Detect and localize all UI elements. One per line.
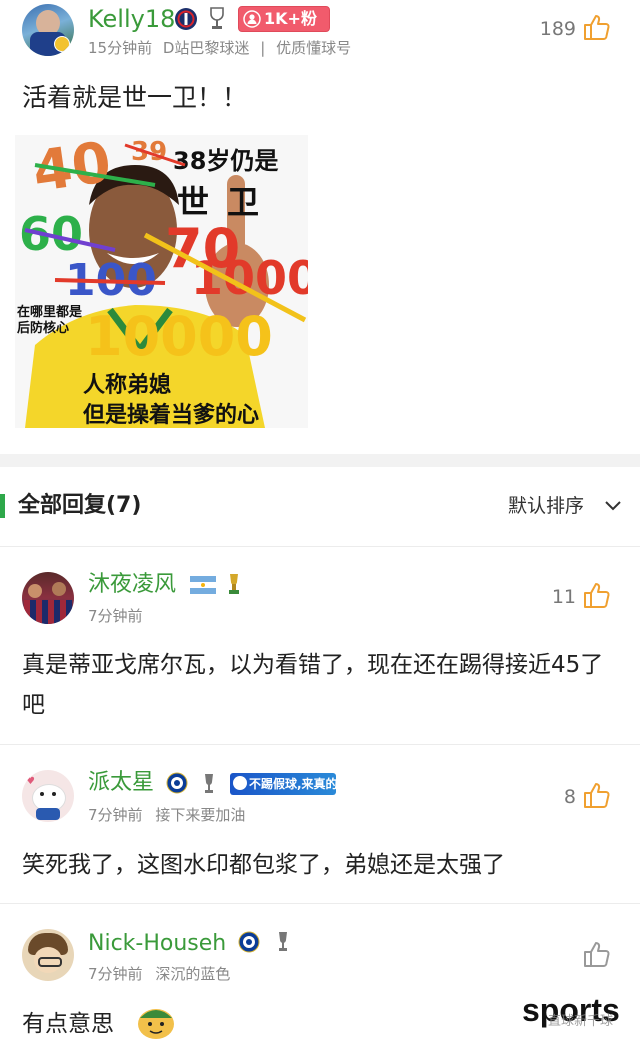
reply-custom-badge: 不踢假球,来真的 <box>230 773 338 795</box>
reply-tag: 深沉的蓝色 <box>155 965 231 983</box>
trophy-icon <box>205 774 213 793</box>
reply-meta: 7分钟前 深沉的蓝色 <box>88 964 230 984</box>
chelsea-crest-icon <box>238 931 260 953</box>
reply-like-count: 8 <box>563 786 576 808</box>
fans-person-icon <box>243 10 261 28</box>
reply-avatar[interactable] <box>22 929 74 981</box>
sort-dropdown[interactable]: 默认排序 <box>508 492 628 520</box>
post-time: 15分钟前 <box>88 39 153 57</box>
divider <box>0 903 640 904</box>
post-username[interactable]: Kelly18 <box>88 6 175 32</box>
meme-text-top: 38岁仍是 <box>173 147 279 175</box>
post-text: 活着就是世一卫！！ <box>22 83 248 112</box>
trophy-icon <box>279 932 287 951</box>
world-cup-icon <box>229 574 239 594</box>
post-meta: 15分钟前 D站巴黎球迷 | 优质懂球号 <box>88 38 351 58</box>
chevron-down-icon <box>605 501 621 511</box>
replies-header-title: 全部回复(7) <box>18 493 142 518</box>
meme-number-10000: 10000 <box>85 305 273 368</box>
meme-number-1000: 1000 <box>191 251 308 305</box>
divider <box>0 744 640 745</box>
meme-number-100: 100 <box>65 255 157 306</box>
watermark-sub: 直球新千球 <box>548 1014 614 1029</box>
reply-username[interactable]: 沐夜凌风 <box>88 572 176 598</box>
trophy-icon <box>210 7 224 29</box>
reply-time: 7分钟前 <box>88 607 143 625</box>
reply-username[interactable]: Nick-Househ <box>88 931 226 957</box>
fans-badge-label: 1K+粉 <box>264 9 317 28</box>
emoji-face-icon <box>138 1009 174 1039</box>
reply-text: 有点意思 <box>22 1011 114 1037</box>
chelsea-crest-icon <box>166 772 188 794</box>
thumbs-up-icon[interactable] <box>582 12 612 42</box>
replies-header-accent <box>0 494 5 518</box>
meta-separator: | <box>260 39 266 57</box>
reply-like-count: 11 <box>551 586 576 608</box>
meme-text-bottom-1: 人称弟媳 <box>83 373 172 398</box>
reply-text: 笑死我了，这图水印都包浆了，弟媳还是太强了 <box>22 852 505 878</box>
post-tag-1: D站巴黎球迷 <box>162 39 250 57</box>
avatar[interactable] <box>22 4 74 56</box>
flag-argentina-icon <box>190 576 216 594</box>
thumbs-up-icon[interactable] <box>582 580 612 610</box>
reply-username[interactable]: 派太星 <box>88 770 154 796</box>
fans-badge: 1K+粉 <box>238 6 330 32</box>
meme-number-40: 40 <box>28 135 116 206</box>
reply-time: 7分钟前 <box>88 806 143 824</box>
psg-crest-icon <box>175 8 197 30</box>
post-like-count: 189 <box>539 18 576 40</box>
post-tag-2: 优质懂球号 <box>276 39 352 57</box>
reply-avatar[interactable] <box>22 572 74 624</box>
post-image[interactable]: 40 39 38岁仍是 世卫 60 70 100 1000 在哪里都是 后防核心… <box>15 135 308 428</box>
divider <box>0 546 640 547</box>
thumbs-up-icon[interactable] <box>582 939 612 969</box>
reply-text: 真是蒂亚戈席尔瓦，以为看错了，现在还在踢得接近45了吧 <box>22 652 604 718</box>
thumbs-up-icon[interactable] <box>582 780 612 810</box>
reply-avatar[interactable]: ♥ <box>22 770 74 822</box>
section-gap <box>0 454 640 467</box>
meme-text-left-2: 后防核心 <box>17 321 70 336</box>
meme-text-left: 在哪里都是 后防核心 <box>17 305 82 337</box>
sort-label: 默认排序 <box>508 495 585 517</box>
reply-meta: 7分钟前 接下来要加油 <box>88 805 245 825</box>
meme-text-left-1: 在哪里都是 <box>17 305 83 320</box>
meme-number-60: 60 <box>19 207 84 261</box>
reply-tag: 接下来要加油 <box>155 806 246 824</box>
meme-text-bottom-2: 但是操着当爹的心 <box>83 403 260 428</box>
meme-number-39: 39 <box>131 137 168 167</box>
badge-icon <box>233 776 247 790</box>
reply-custom-badge-label: 不踢假球,来真的 <box>249 777 338 791</box>
reply-time: 7分钟前 <box>88 965 143 983</box>
